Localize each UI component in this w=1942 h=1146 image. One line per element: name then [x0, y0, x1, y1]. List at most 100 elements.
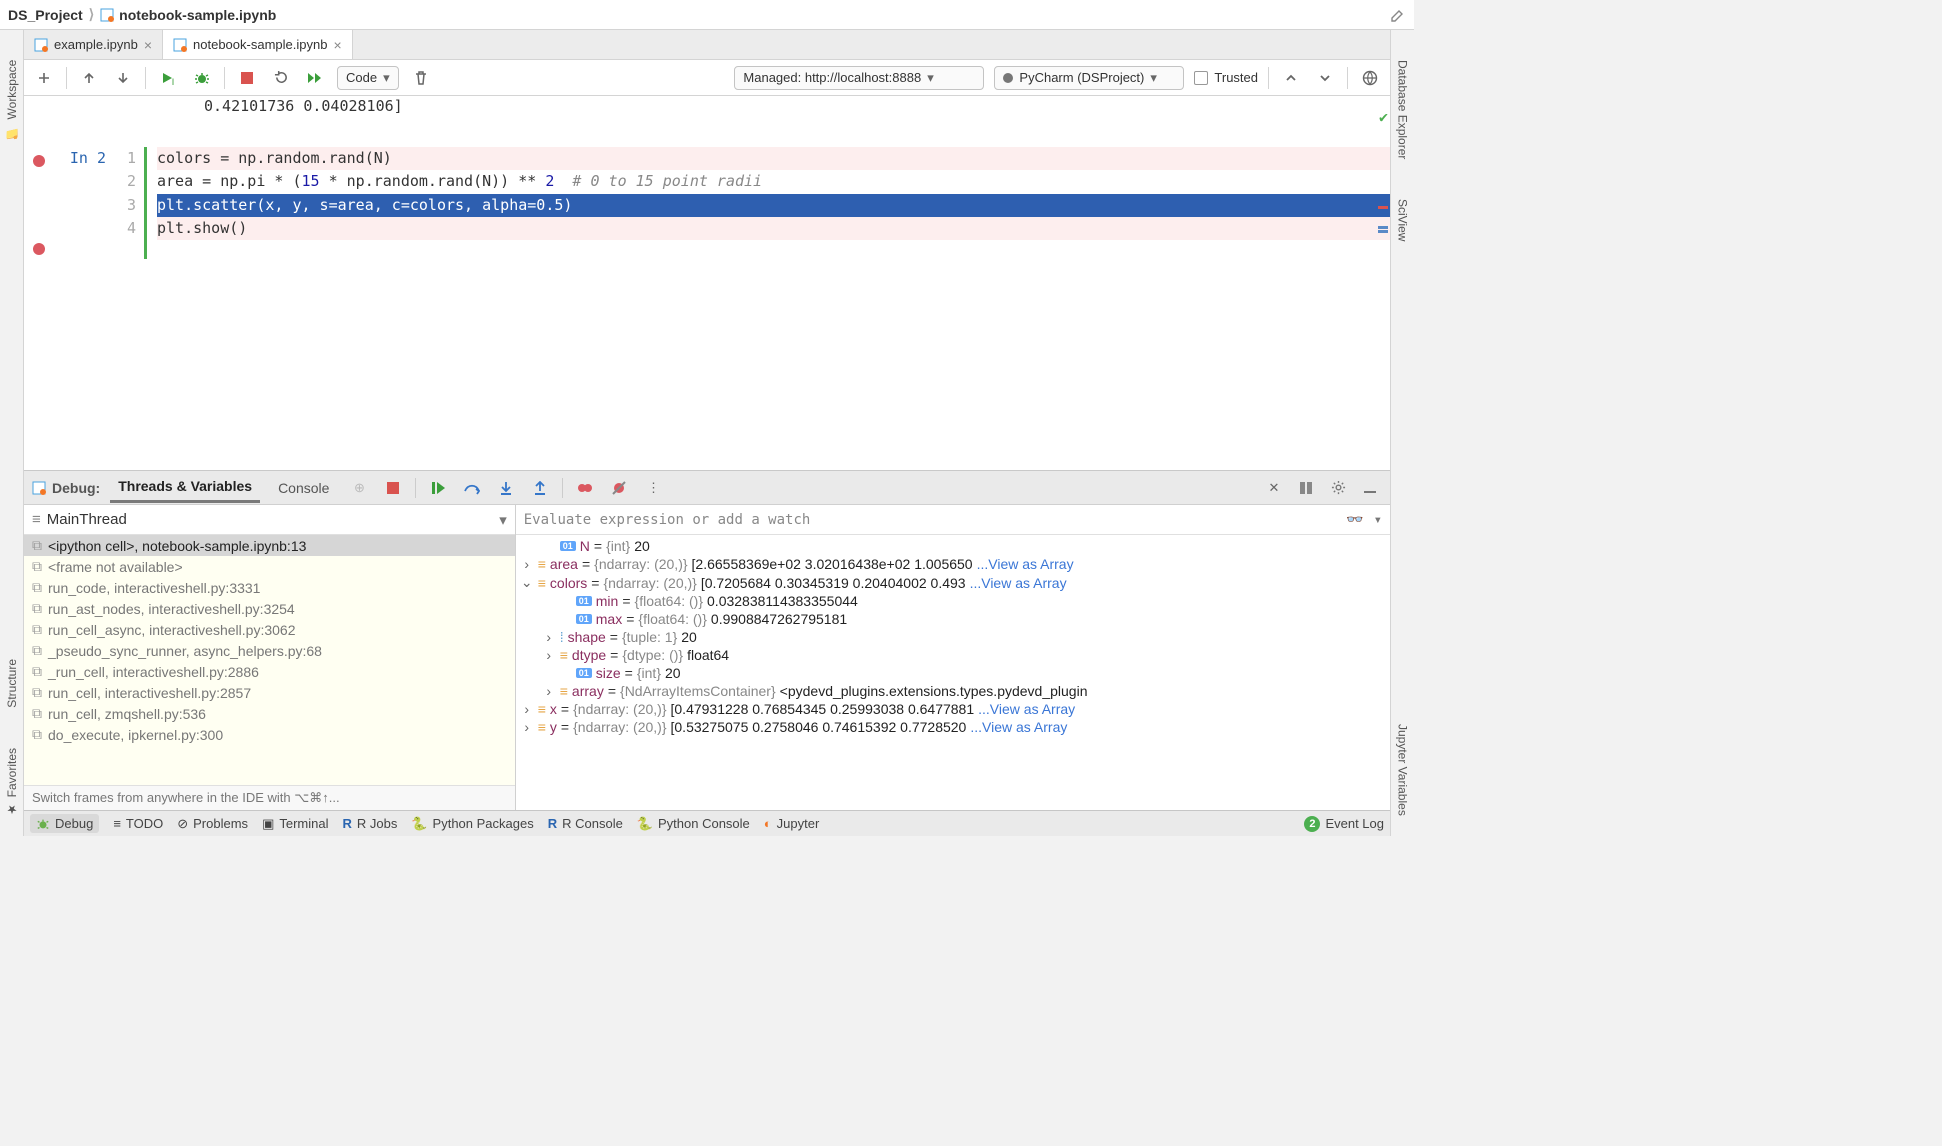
- frame-row[interactable]: ⧉run_cell, interactiveshell.py:2857: [24, 682, 515, 703]
- expand-icon[interactable]: ›: [542, 683, 556, 699]
- frame-row[interactable]: ⧉do_execute, ipkernel.py:300: [24, 724, 515, 745]
- frame-row[interactable]: ⧉run_cell, zmqshell.py:536: [24, 703, 515, 724]
- view-as-array-link[interactable]: ...View as Array: [970, 719, 1067, 735]
- stop-button[interactable]: [235, 66, 259, 90]
- expand-icon[interactable]: ›: [520, 701, 534, 717]
- minimize-panel-icon[interactable]: [1358, 476, 1382, 500]
- open-browser-button[interactable]: [1358, 66, 1382, 90]
- layout-icon[interactable]: [1294, 476, 1318, 500]
- kernel-select[interactable]: PyCharm (DSProject)▾: [994, 66, 1184, 90]
- frame-row[interactable]: ⧉run_code, interactiveshell.py:3331: [24, 577, 515, 598]
- var-row[interactable]: ›≡ area = {ndarray: (20,)} [2.66558369e+…: [516, 555, 1390, 573]
- tab-console[interactable]: Console: [270, 474, 337, 502]
- delete-cell-button[interactable]: [409, 66, 433, 90]
- breakpoint-icon[interactable]: [33, 243, 45, 255]
- status-debug[interactable]: Debug: [30, 814, 99, 833]
- edit-icon[interactable]: [1390, 7, 1406, 23]
- status-todo[interactable]: ≡TODO: [113, 816, 163, 831]
- frame-row[interactable]: ⧉<frame not available>: [24, 556, 515, 577]
- evaluate-expression-input[interactable]: Evaluate expression or add a watch 👓 ▾: [516, 505, 1390, 535]
- view-as-array-link[interactable]: ...View as Array: [977, 556, 1074, 572]
- run-cell-button[interactable]: I: [156, 66, 180, 90]
- var-row[interactable]: 01 min = {float64: ()} 0.032838114383355…: [516, 592, 1390, 610]
- var-row[interactable]: ›≡ x = {ndarray: (20,)} [0.47931228 0.76…: [516, 700, 1390, 718]
- status-problems[interactable]: ⊘Problems: [177, 816, 248, 832]
- frame-row[interactable]: ⧉run_cell_async, interactiveshell.py:306…: [24, 619, 515, 640]
- prev-cell-button[interactable]: [1279, 66, 1303, 90]
- move-down-button[interactable]: [111, 66, 135, 90]
- expand-icon[interactable]: ›: [542, 647, 556, 663]
- close-tab-icon[interactable]: ×: [144, 37, 152, 53]
- cell-type-select[interactable]: Code▾: [337, 66, 399, 90]
- status-python-packages[interactable]: 🐍Python Packages: [411, 816, 533, 832]
- thread-selector[interactable]: ≡ MainThread ▾: [24, 505, 515, 535]
- mute-breakpoints-button[interactable]: [607, 476, 631, 500]
- var-row[interactable]: ›≡ array = {NdArrayItemsContainer} <pyde…: [516, 682, 1390, 700]
- close-panel-icon[interactable]: ✕: [1262, 476, 1286, 500]
- frame-row[interactable]: ⧉_pseudo_sync_runner, async_helpers.py:6…: [24, 640, 515, 661]
- editor-area[interactable]: ✔ 0.42101736 0.04028106] In 2 1 2 3: [24, 96, 1390, 470]
- add-config-icon[interactable]: ⊕: [347, 476, 371, 500]
- breakpoint-icon[interactable]: [33, 155, 45, 167]
- tool-jupyter-variables[interactable]: Jupyter Variables: [1396, 724, 1410, 816]
- more-icon[interactable]: ⋮: [641, 476, 665, 500]
- expand-icon[interactable]: ›: [542, 629, 556, 645]
- trusted-toggle[interactable]: Trusted: [1194, 70, 1258, 85]
- next-cell-button[interactable]: [1313, 66, 1337, 90]
- status-r-console[interactable]: RR Console: [548, 816, 623, 831]
- tool-sciview[interactable]: SciView: [1396, 199, 1410, 241]
- breakpoint-gutter[interactable]: [24, 147, 54, 259]
- restart-button[interactable]: [269, 66, 293, 90]
- run-all-button[interactable]: [303, 66, 327, 90]
- stop-debug-button[interactable]: [381, 476, 405, 500]
- code-cell[interactable]: In 2 1 2 3 4 colors = np.random.rand(N) …: [24, 147, 1390, 259]
- tool-favorites[interactable]: ★Favorites: [5, 748, 19, 816]
- status-event-log[interactable]: 2 Event Log: [1304, 816, 1384, 832]
- tool-database-explorer[interactable]: Database Explorer: [1396, 60, 1410, 159]
- close-tab-icon[interactable]: ×: [333, 37, 341, 53]
- move-up-button[interactable]: [77, 66, 101, 90]
- cell-body[interactable]: colors = np.random.rand(N) area = np.pi …: [144, 147, 1390, 259]
- settings-icon[interactable]: [1326, 476, 1350, 500]
- status-jupyter[interactable]: ◐Jupyter: [764, 816, 820, 831]
- view-breakpoints-button[interactable]: [573, 476, 597, 500]
- add-cell-button[interactable]: [32, 66, 56, 90]
- status-python-console[interactable]: 🐍Python Console: [637, 816, 750, 832]
- var-row[interactable]: ›≡ dtype = {dtype: ()} float64: [516, 646, 1390, 664]
- frame-row[interactable]: ⧉run_ast_nodes, interactiveshell.py:3254: [24, 598, 515, 619]
- var-row[interactable]: 01 max = {float64: ()} 0.990884726279518…: [516, 610, 1390, 628]
- frame-row[interactable]: ⧉<ipython cell>, notebook-sample.ipynb:1…: [24, 535, 515, 556]
- tool-structure[interactable]: Structure: [5, 659, 19, 708]
- frame-row[interactable]: ⧉_run_cell, interactiveshell.py:2886: [24, 661, 515, 682]
- status-terminal[interactable]: ▣Terminal: [262, 816, 328, 832]
- var-row[interactable]: ⌄≡ colors = {ndarray: (20,)} [0.7205684 …: [516, 573, 1390, 592]
- var-row[interactable]: ›≡ y = {ndarray: (20,)} [0.53275075 0.27…: [516, 718, 1390, 736]
- debug-cell-button[interactable]: [190, 66, 214, 90]
- step-over-button[interactable]: [460, 476, 484, 500]
- view-as-array-link[interactable]: ...View as Array: [978, 701, 1075, 717]
- view-as-array-link[interactable]: ...View as Array: [970, 575, 1067, 591]
- jupyter-server-select[interactable]: Managed: http://localhost:8888▾: [734, 66, 984, 90]
- var-row[interactable]: 01 size = {int} 20: [516, 664, 1390, 682]
- expand-icon[interactable]: ›: [520, 719, 534, 735]
- breadcrumb-file[interactable]: notebook-sample.ipynb: [119, 7, 276, 23]
- step-into-button[interactable]: [494, 476, 518, 500]
- editor-minimap[interactable]: ✔: [1372, 96, 1390, 470]
- tab-notebook-sample[interactable]: notebook-sample.ipynb ×: [163, 30, 353, 59]
- tool-workspace[interactable]: 📁Workspace: [5, 60, 19, 139]
- glasses-icon[interactable]: 👓: [1346, 512, 1363, 528]
- var-row[interactable]: 01 N = {int} 20: [516, 537, 1390, 555]
- variables-tree[interactable]: 01 N = {int} 20 ›≡ area = {ndarray: (20,…: [516, 535, 1390, 810]
- trusted-checkbox[interactable]: [1194, 71, 1208, 85]
- chevron-down-icon[interactable]: ▾: [1374, 512, 1382, 528]
- status-r-jobs[interactable]: RR Jobs: [342, 816, 397, 831]
- expand-icon[interactable]: ›: [520, 556, 534, 572]
- breadcrumb-project[interactable]: DS_Project: [8, 7, 83, 23]
- tab-threads-variables[interactable]: Threads & Variables: [110, 472, 260, 503]
- step-out-button[interactable]: [528, 476, 552, 500]
- var-row[interactable]: ›⁞ shape = {tuple: 1} 20: [516, 628, 1390, 646]
- resume-button[interactable]: [426, 476, 450, 500]
- tab-example[interactable]: example.ipynb ×: [24, 30, 163, 59]
- collapse-icon[interactable]: ⌄: [520, 574, 534, 591]
- frames-list[interactable]: ⧉<ipython cell>, notebook-sample.ipynb:1…: [24, 535, 515, 785]
